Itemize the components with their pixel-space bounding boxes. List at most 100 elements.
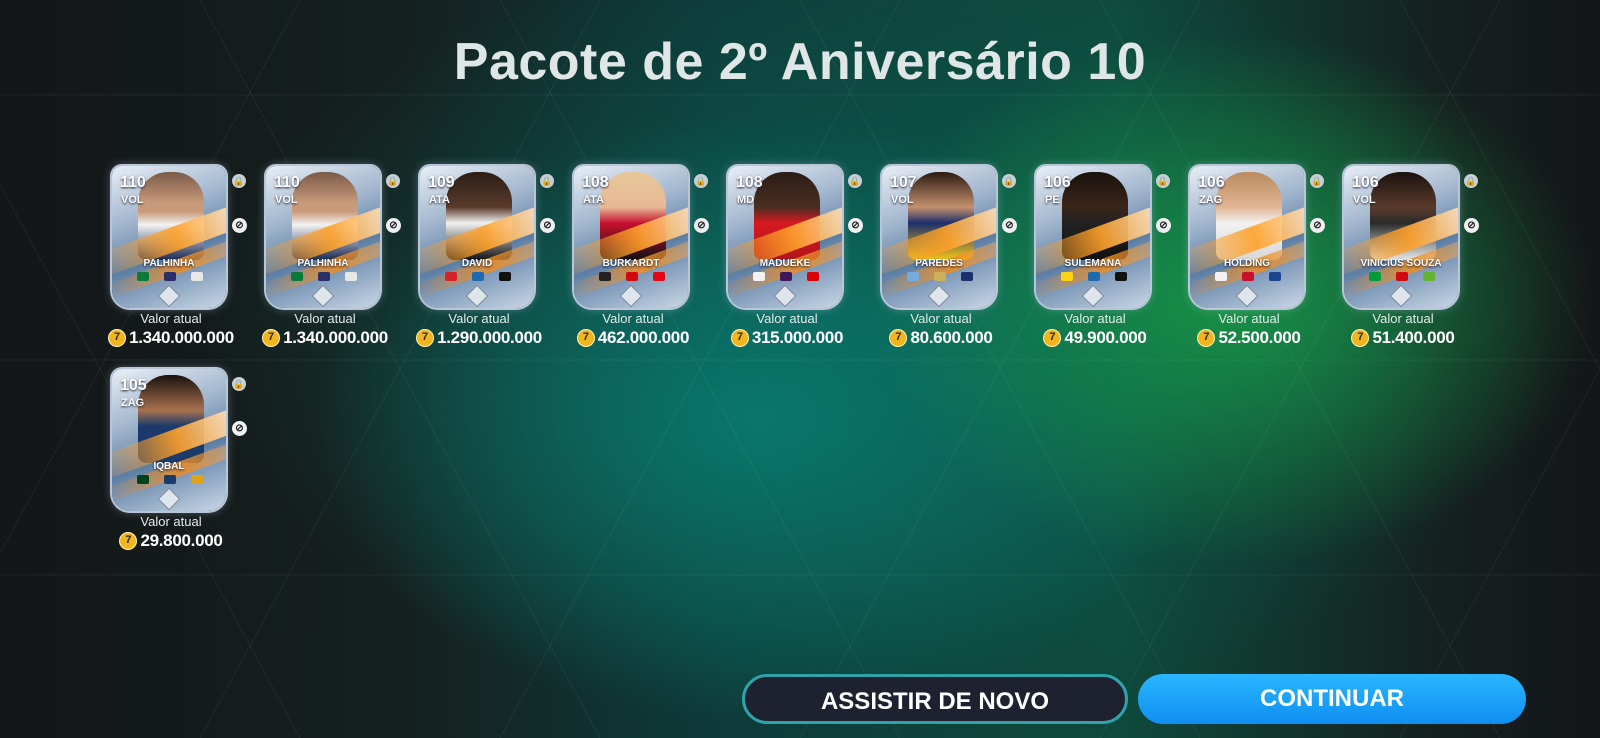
rarity-gem-icon xyxy=(619,284,643,308)
player-card-slot[interactable]: 110 VOL PALHINHA 🔒 ⊘ Valor atual 7 1.340.… xyxy=(104,166,250,366)
player-card[interactable]: 107 VOL PAREDES xyxy=(882,166,996,308)
player-card-slot[interactable]: 109 ATA DAVID 🔒 ⊘ Valor atual 7 1.290.000… xyxy=(412,166,558,366)
player-position: VOL xyxy=(275,194,298,206)
player-card[interactable]: 110 VOL PALHINHA xyxy=(266,166,380,308)
value-row: 7 52.500.000 xyxy=(1182,328,1316,348)
value-label: Valor atual xyxy=(910,311,972,326)
nation-league-club-badges xyxy=(1054,272,1134,284)
nation-league-club-badges xyxy=(1362,272,1442,284)
nation-league-club-badges xyxy=(284,272,364,284)
value-row: 7 462.000.000 xyxy=(566,328,700,348)
player-position: PE xyxy=(1045,194,1060,206)
fc-coin-icon: 7 xyxy=(730,329,749,347)
value-row: 7 29.800.000 xyxy=(104,531,238,551)
card-value: 1.340.000.000 xyxy=(129,328,234,347)
value-row: 7 51.400.000 xyxy=(1336,328,1470,348)
untradable-icon: ⊘ xyxy=(1464,218,1479,233)
rarity-gem-icon xyxy=(157,487,181,511)
player-rating: 105 xyxy=(120,377,147,394)
player-name: PALHINHA xyxy=(297,258,349,269)
nation-league-club-badges xyxy=(900,272,980,284)
player-card-slot[interactable]: 110 VOL PALHINHA 🔒 ⊘ Valor atual 7 1.340.… xyxy=(258,166,404,366)
player-name: VINICIUS SOUZA xyxy=(1360,258,1442,269)
lock-icon: 🔒 xyxy=(386,174,400,188)
card-value: 49.900.000 xyxy=(1064,328,1147,347)
fc-coin-icon: 7 xyxy=(1197,329,1216,347)
nation-league-club-badges xyxy=(438,272,518,284)
rarity-gem-icon xyxy=(311,284,335,308)
player-card[interactable]: 110 VOL PALHINHA xyxy=(112,166,226,308)
player-card-slot[interactable]: 108 MD MADUEKE 🔒 ⊘ Valor atual 7 315.000.… xyxy=(720,166,866,366)
continue-button[interactable]: CONTINUAR xyxy=(1138,674,1526,724)
player-position: ZAG xyxy=(1199,194,1223,206)
lock-icon: 🔒 xyxy=(232,377,246,391)
player-card-slot[interactable]: 107 VOL PAREDES 🔒 ⊘ Valor atual 7 80.600.… xyxy=(874,166,1020,366)
fc-coin-icon: 7 xyxy=(889,329,908,347)
player-name: MADUEKE xyxy=(759,258,811,269)
player-rating: 106 xyxy=(1352,174,1379,191)
player-position: VOL xyxy=(121,194,144,206)
player-rating: 109 xyxy=(428,174,455,191)
player-card[interactable]: 108 MD MADUEKE xyxy=(728,166,842,308)
player-rating: 110 xyxy=(274,174,300,191)
replay-button[interactable]: ASSISTIR DE NOVO xyxy=(742,674,1128,724)
nation-league-club-badges xyxy=(746,272,826,284)
nation-league-club-badges xyxy=(130,475,210,487)
card-value: 315.000.000 xyxy=(751,328,844,347)
rarity-gem-icon xyxy=(157,284,181,308)
fc-coin-icon: 7 xyxy=(1043,329,1062,347)
player-card-slot[interactable]: 108 ATA BURKARDT 🔒 ⊘ Valor atual 7 462.00… xyxy=(566,166,712,366)
untradable-icon: ⊘ xyxy=(1002,218,1017,233)
fc-coin-icon: 7 xyxy=(262,329,281,347)
player-name: SULEMANA xyxy=(1064,258,1122,269)
untradable-icon: ⊘ xyxy=(1310,218,1325,233)
rarity-gem-icon xyxy=(773,284,797,308)
value-row: 7 1.290.000.000 xyxy=(412,328,546,348)
nation-league-club-badges xyxy=(130,272,210,284)
fc-coin-icon: 7 xyxy=(108,329,127,347)
player-position: MD xyxy=(737,194,755,206)
value-label: Valor atual xyxy=(602,311,664,326)
value-label: Valor atual xyxy=(1064,311,1126,326)
card-value: 80.600.000 xyxy=(910,328,993,347)
player-card-slot[interactable]: 106 PE SULEMANA 🔒 ⊘ Valor atual 7 49.900.… xyxy=(1028,166,1174,366)
player-name: BURKARDT xyxy=(602,258,660,269)
player-position: ATA xyxy=(429,194,450,206)
lock-icon: 🔒 xyxy=(1310,174,1324,188)
untradable-icon: ⊘ xyxy=(386,218,401,233)
player-name: PAREDES xyxy=(915,258,963,269)
value-label: Valor atual xyxy=(294,311,356,326)
player-card-slot[interactable]: 105 ZAG IQBAL 🔒 ⊘ Valor atual 7 29.800.00… xyxy=(104,369,250,569)
player-card-slot[interactable]: 106 VOL VINICIUS SOUZA 🔒 ⊘ Valor atual 7… xyxy=(1336,166,1482,366)
nation-league-club-badges xyxy=(1208,272,1288,284)
fc-coin-icon: 7 xyxy=(576,329,595,347)
value-row: 7 315.000.000 xyxy=(720,328,854,348)
value-label: Valor atual xyxy=(140,514,202,529)
card-value: 1.340.000.000 xyxy=(283,328,388,347)
player-rating: 110 xyxy=(120,174,146,191)
player-card[interactable]: 108 ATA BURKARDT xyxy=(574,166,688,308)
lock-icon: 🔒 xyxy=(1156,174,1170,188)
player-card[interactable]: 105 ZAG IQBAL xyxy=(112,369,226,511)
player-card-slot[interactable]: 106 ZAG HOLDING 🔒 ⊘ Valor atual 7 52.500.… xyxy=(1182,166,1328,366)
card-value: 52.500.000 xyxy=(1218,328,1301,347)
untradable-icon: ⊘ xyxy=(232,421,247,436)
value-row: 7 80.600.000 xyxy=(874,328,1008,348)
fc-coin-icon: 7 xyxy=(1351,329,1370,347)
value-label: Valor atual xyxy=(1218,311,1280,326)
lock-icon: 🔒 xyxy=(1464,174,1478,188)
untradable-icon: ⊘ xyxy=(848,218,863,233)
player-card[interactable]: 109 ATA DAVID xyxy=(420,166,534,308)
value-label: Valor atual xyxy=(140,311,202,326)
player-card[interactable]: 106 PE SULEMANA xyxy=(1036,166,1150,308)
value-row: 7 1.340.000.000 xyxy=(104,328,238,348)
player-card[interactable]: 106 VOL VINICIUS SOUZA xyxy=(1344,166,1458,308)
rarity-gem-icon xyxy=(1235,284,1259,308)
player-position: VOL xyxy=(891,194,914,206)
player-card[interactable]: 106 ZAG HOLDING xyxy=(1190,166,1304,308)
value-row: 7 1.340.000.000 xyxy=(258,328,392,348)
player-name: HOLDING xyxy=(1223,258,1271,269)
value-label: Valor atual xyxy=(448,311,510,326)
player-name: IQBAL xyxy=(153,461,185,472)
rarity-gem-icon xyxy=(465,284,489,308)
